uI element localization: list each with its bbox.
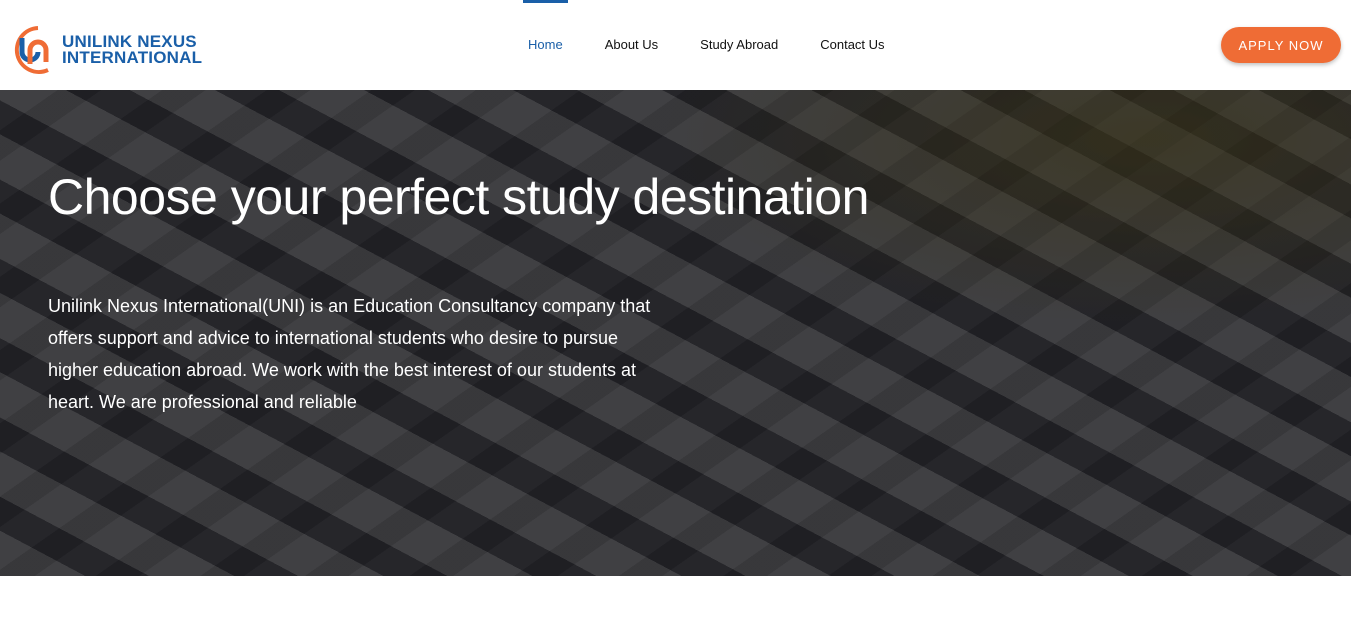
hero-title: Choose your perfect study destination [48, 169, 869, 225]
nav-home[interactable]: Home [507, 0, 584, 90]
nav-study-abroad[interactable]: Study Abroad [679, 0, 799, 90]
hero-description: Unilink Nexus International(UNI) is an E… [48, 296, 651, 412]
logo[interactable]: UNILINK NEXUS INTERNATIONAL [8, 24, 202, 76]
brand-line2: INTERNATIONAL [62, 48, 203, 67]
nav-about-us[interactable]: About Us [584, 0, 679, 90]
nav-contact-us[interactable]: Contact Us [799, 0, 905, 90]
hero-banner: Choose your perfect study destination Un… [0, 90, 1351, 576]
site-header: UNILINK NEXUS INTERNATIONAL Home About Us… [0, 0, 1351, 90]
logo-icon [14, 26, 49, 74]
apply-now-button[interactable]: APPLY NOW [1221, 27, 1341, 63]
main-nav: Home About Us Study Abroad Contact Us [507, 0, 906, 90]
